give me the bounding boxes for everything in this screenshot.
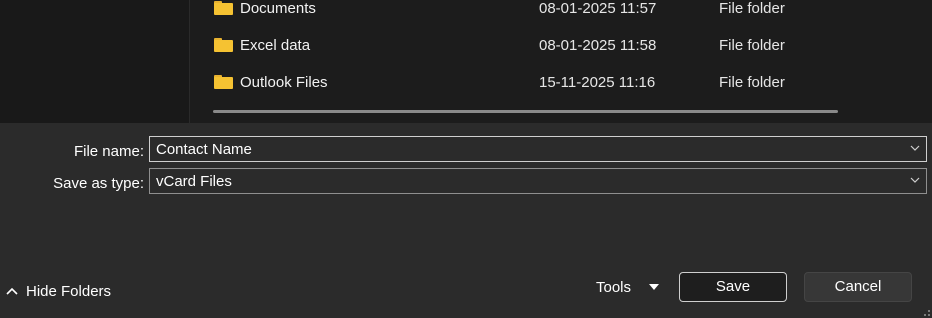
- cancel-button[interactable]: Cancel: [804, 272, 912, 302]
- list-item[interactable]: Documents 08-01-2025 11:57 File folder: [214, 0, 904, 22]
- item-type: File folder: [719, 37, 785, 54]
- item-type: File folder: [719, 74, 785, 91]
- item-date: 15-11-2025 11:16: [539, 74, 656, 91]
- file-name-field[interactable]: Contact Name: [149, 136, 927, 162]
- file-name-value: Contact Name: [156, 141, 252, 158]
- hide-folders-label: Hide Folders: [26, 283, 112, 300]
- horizontal-scrollbar[interactable]: [213, 110, 838, 113]
- item-name: Documents: [240, 0, 316, 17]
- folder-icon: [214, 1, 233, 15]
- save-type-select[interactable]: vCard Files: [149, 168, 927, 194]
- resize-grip[interactable]: [924, 310, 930, 316]
- folder-icon: [214, 38, 233, 52]
- chevron-up-icon: [6, 287, 18, 295]
- item-type: File folder: [719, 0, 785, 17]
- chevron-down-icon[interactable]: [910, 176, 920, 184]
- folder-icon: [214, 75, 233, 89]
- save-button[interactable]: Save: [679, 272, 787, 302]
- item-date: 08-01-2025 11:57: [539, 0, 657, 17]
- tools-label: Tools: [596, 279, 632, 296]
- tools-menu[interactable]: Tools: [596, 278, 666, 300]
- navigation-pane[interactable]: [0, 0, 190, 123]
- caret-down-icon: [649, 284, 659, 290]
- chevron-down-icon[interactable]: [910, 144, 920, 152]
- list-item[interactable]: Excel data 08-01-2025 11:58 File folder: [214, 33, 904, 59]
- file-name-label: File name:: [73, 143, 144, 160]
- list-item[interactable]: Outlook Files 15-11-2025 11:16 File fold…: [214, 70, 904, 96]
- item-name: Outlook Files: [240, 74, 328, 91]
- item-date: 08-01-2025 11:58: [539, 37, 657, 54]
- save-type-value: vCard Files: [156, 173, 232, 190]
- save-type-label: Save as type:: [53, 175, 144, 192]
- item-name: Excel data: [240, 37, 311, 54]
